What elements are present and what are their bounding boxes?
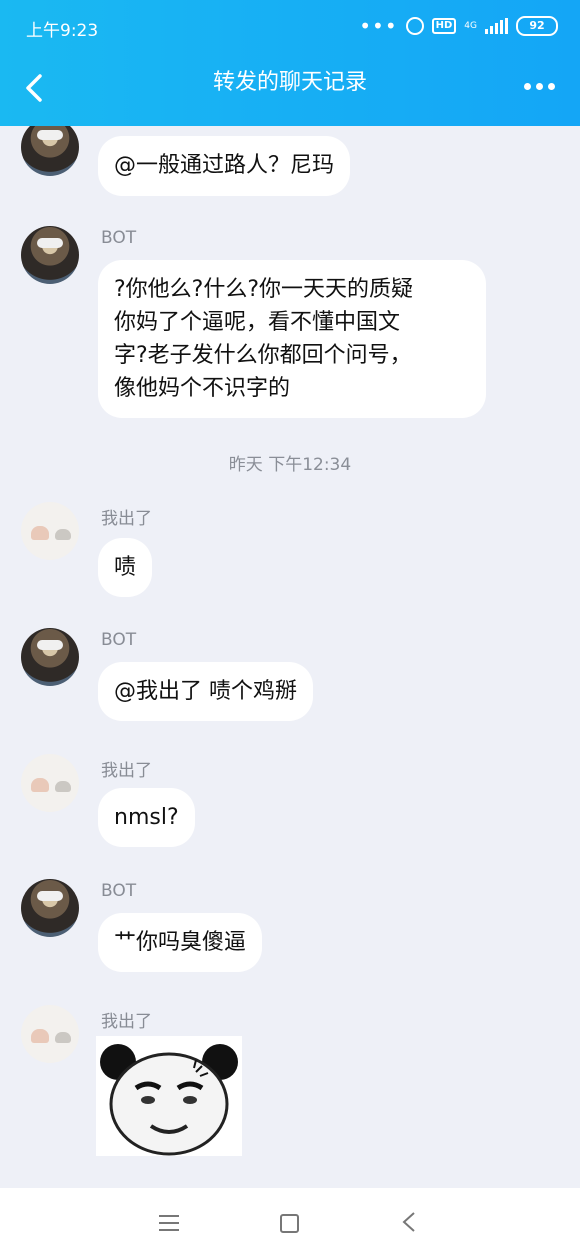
timestamp: 昨天 下午12:34 [228, 455, 352, 475]
back-triangle-icon[interactable] [400, 1211, 420, 1233]
message-bubble[interactable]: ?你他么?什么?你一天天的质疑 你妈了个逼呢，看不懂中国文 字?老子发什么你都回… [98, 260, 486, 418]
avatar[interactable] [21, 226, 79, 284]
panda-meme-sticker[interactable] [96, 1036, 242, 1156]
signal-icon [485, 18, 508, 34]
app-header: 上午9:23 ••• HD 4G 92 转发的聊天记录 [0, 0, 580, 126]
avatar[interactable] [21, 754, 79, 812]
menu-icon[interactable] [159, 1215, 179, 1231]
home-square-icon[interactable] [280, 1214, 299, 1233]
alarm-clock-icon [405, 17, 424, 35]
sender-name: 我出了 [101, 509, 152, 529]
status-bar: 上午9:23 ••• HD 4G 92 [26, 12, 558, 42]
page-title: 转发的聊天记录 [212, 70, 367, 95]
status-icons: ••• HD 4G 92 [359, 16, 558, 36]
sender-name: BOT [101, 228, 137, 248]
battery-icon: 92 [516, 16, 558, 36]
chat-history[interactable]: @一般通过路人？尼玛 BOT ?你他么?什么?你一天天的质疑 你妈了个逼呢，看不… [0, 126, 580, 1188]
message-bubble[interactable]: @我出了 啧个鸡掰 [98, 662, 313, 721]
message-bubble[interactable]: 艹你吗臭傻逼 [98, 913, 263, 972]
network-type: 4G [464, 20, 477, 31]
sender-name: BOT [101, 881, 137, 901]
avatar[interactable] [21, 1005, 79, 1063]
avatar[interactable] [21, 502, 79, 560]
hd-icon: HD [431, 18, 457, 34]
notification-dots-icon: ••• [359, 14, 398, 38]
sender-name: BOT [101, 630, 137, 650]
more-dots-icon [524, 82, 531, 90]
status-time: 上午9:23 [26, 21, 99, 41]
more-button[interactable] [524, 76, 558, 96]
avatar[interactable] [21, 628, 79, 686]
message-bubble[interactable]: @一般通过路人？尼玛 [98, 136, 351, 196]
message-bubble[interactable]: 啧 [98, 538, 153, 597]
avatar[interactable] [21, 879, 79, 937]
avatar[interactable] [21, 126, 79, 176]
sender-name: 我出了 [101, 761, 152, 781]
sender-name: 我出了 [101, 1012, 152, 1032]
system-nav-bar [0, 1188, 580, 1257]
message-bubble[interactable]: nmsl? [98, 788, 195, 847]
